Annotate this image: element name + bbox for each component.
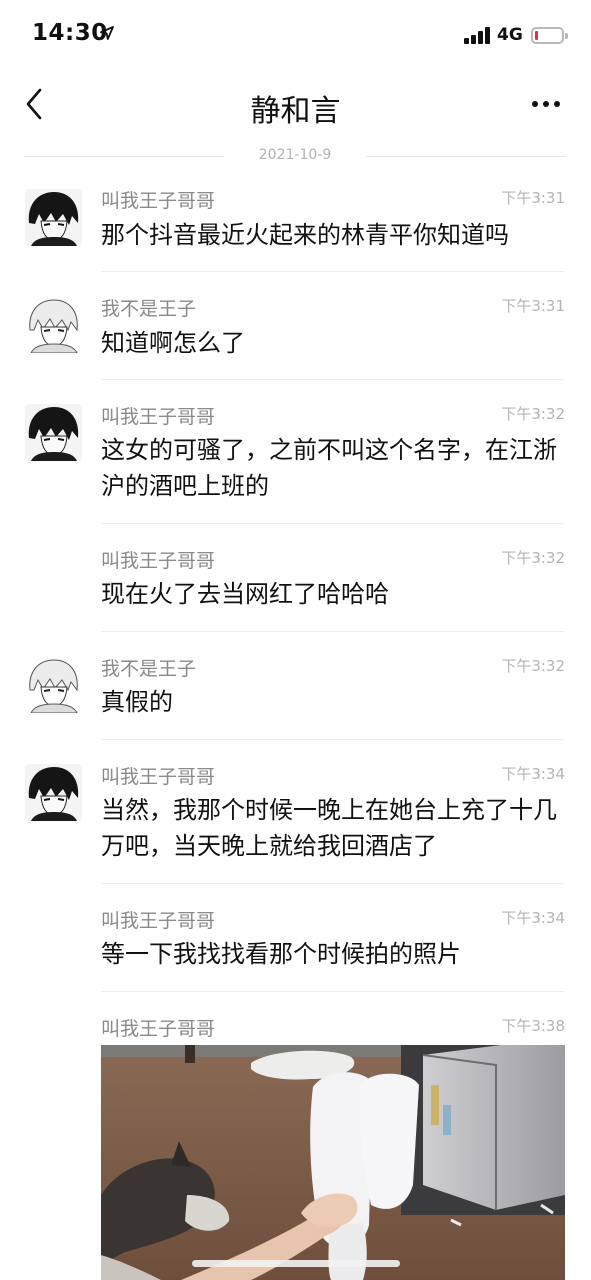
sender-avatar[interactable] — [25, 189, 82, 246]
message-item: 叫我王子哥哥 下午3:32 这女的可骚了，之前不叫这个名字，在江浙沪的酒吧上班的 — [0, 388, 591, 524]
message-photo[interactable] — [101, 1045, 565, 1280]
sender-name: 叫我王子哥哥 — [101, 190, 216, 212]
more-options-icon[interactable] — [525, 92, 567, 116]
nav-bar: 静和言 — [0, 70, 591, 140]
message-separator — [101, 379, 565, 380]
message-item: 我不是王子 下午3:32 真假的 — [0, 640, 591, 740]
message-text: 知道啊怎么了 — [101, 329, 245, 357]
sender-avatar[interactable] — [25, 404, 82, 461]
sender-avatar[interactable] — [25, 656, 82, 713]
message-item: 叫我王子哥哥 下午3:32 现在火了去当网红了哈哈哈 — [0, 532, 591, 632]
status-time: 14:30 — [32, 20, 108, 46]
message-time: 下午3:34 — [501, 909, 565, 927]
sender-name: 我不是王子 — [101, 658, 197, 680]
location-arrow-icon — [100, 26, 114, 40]
network-type: 4G — [497, 25, 523, 45]
message-separator — [101, 631, 565, 632]
message-item: 我不是王子 下午3:31 知道啊怎么了 — [0, 280, 591, 380]
sender-name: 叫我王子哥哥 — [101, 910, 216, 932]
message-time: 下午3:34 — [501, 765, 565, 783]
sender-name: 叫我王子哥哥 — [101, 406, 216, 428]
message-text: 等一下我找找看那个时候拍的照片 — [101, 940, 461, 968]
sender-avatar[interactable] — [25, 296, 82, 353]
home-indicator[interactable] — [192, 1260, 400, 1267]
message-text: 真假的 — [101, 688, 173, 716]
status-bar: 14:30 4G — [0, 0, 591, 70]
sender-name: 叫我王子哥哥 — [101, 766, 216, 788]
message-item: 叫我王子哥哥 下午3:34 等一下我找找看那个时候拍的照片 — [0, 892, 591, 992]
message-separator — [101, 883, 565, 884]
sender-avatar[interactable] — [25, 764, 82, 821]
conversation-title: 静和言 — [250, 94, 341, 129]
battery-icon — [531, 27, 568, 44]
message-item: 叫我王子哥哥 下午3:34 当然，我那个时候一晚上在她台上充了十几万吧，当天晚上… — [0, 748, 591, 884]
message-separator — [101, 271, 565, 272]
sender-name: 我不是王子 — [101, 298, 197, 320]
message-time: 下午3:38 — [501, 1017, 565, 1035]
date-label: 2021-10-9 — [246, 147, 344, 163]
message-time: 下午3:31 — [501, 189, 565, 207]
message-separator — [101, 991, 565, 992]
message-time: 下午3:32 — [501, 405, 565, 423]
message-text: 现在火了去当网红了哈哈哈 — [101, 580, 389, 608]
date-divider: 2021-10-9 — [24, 144, 566, 170]
message-text: 当然，我那个时候一晚上在她台上充了十几万吧，当天晚上就给我回酒店了 — [101, 796, 557, 860]
message-text: 那个抖音最近火起来的林青平你知道吗 — [101, 221, 509, 249]
message-separator — [101, 739, 565, 740]
message-separator — [101, 523, 565, 524]
sender-name: 叫我王子哥哥 — [101, 550, 216, 572]
message-time: 下午3:32 — [501, 657, 565, 675]
sender-name: 叫我王子哥哥 — [101, 1018, 216, 1040]
message-text: 这女的可骚了，之前不叫这个名字，在江浙沪的酒吧上班的 — [101, 436, 557, 500]
signal-strength-icon — [464, 26, 492, 44]
message-item: 叫我王子哥哥 下午3:31 那个抖音最近火起来的林青平你知道吗 — [0, 172, 591, 272]
message-time: 下午3:31 — [501, 297, 565, 315]
message-time: 下午3:32 — [501, 549, 565, 567]
